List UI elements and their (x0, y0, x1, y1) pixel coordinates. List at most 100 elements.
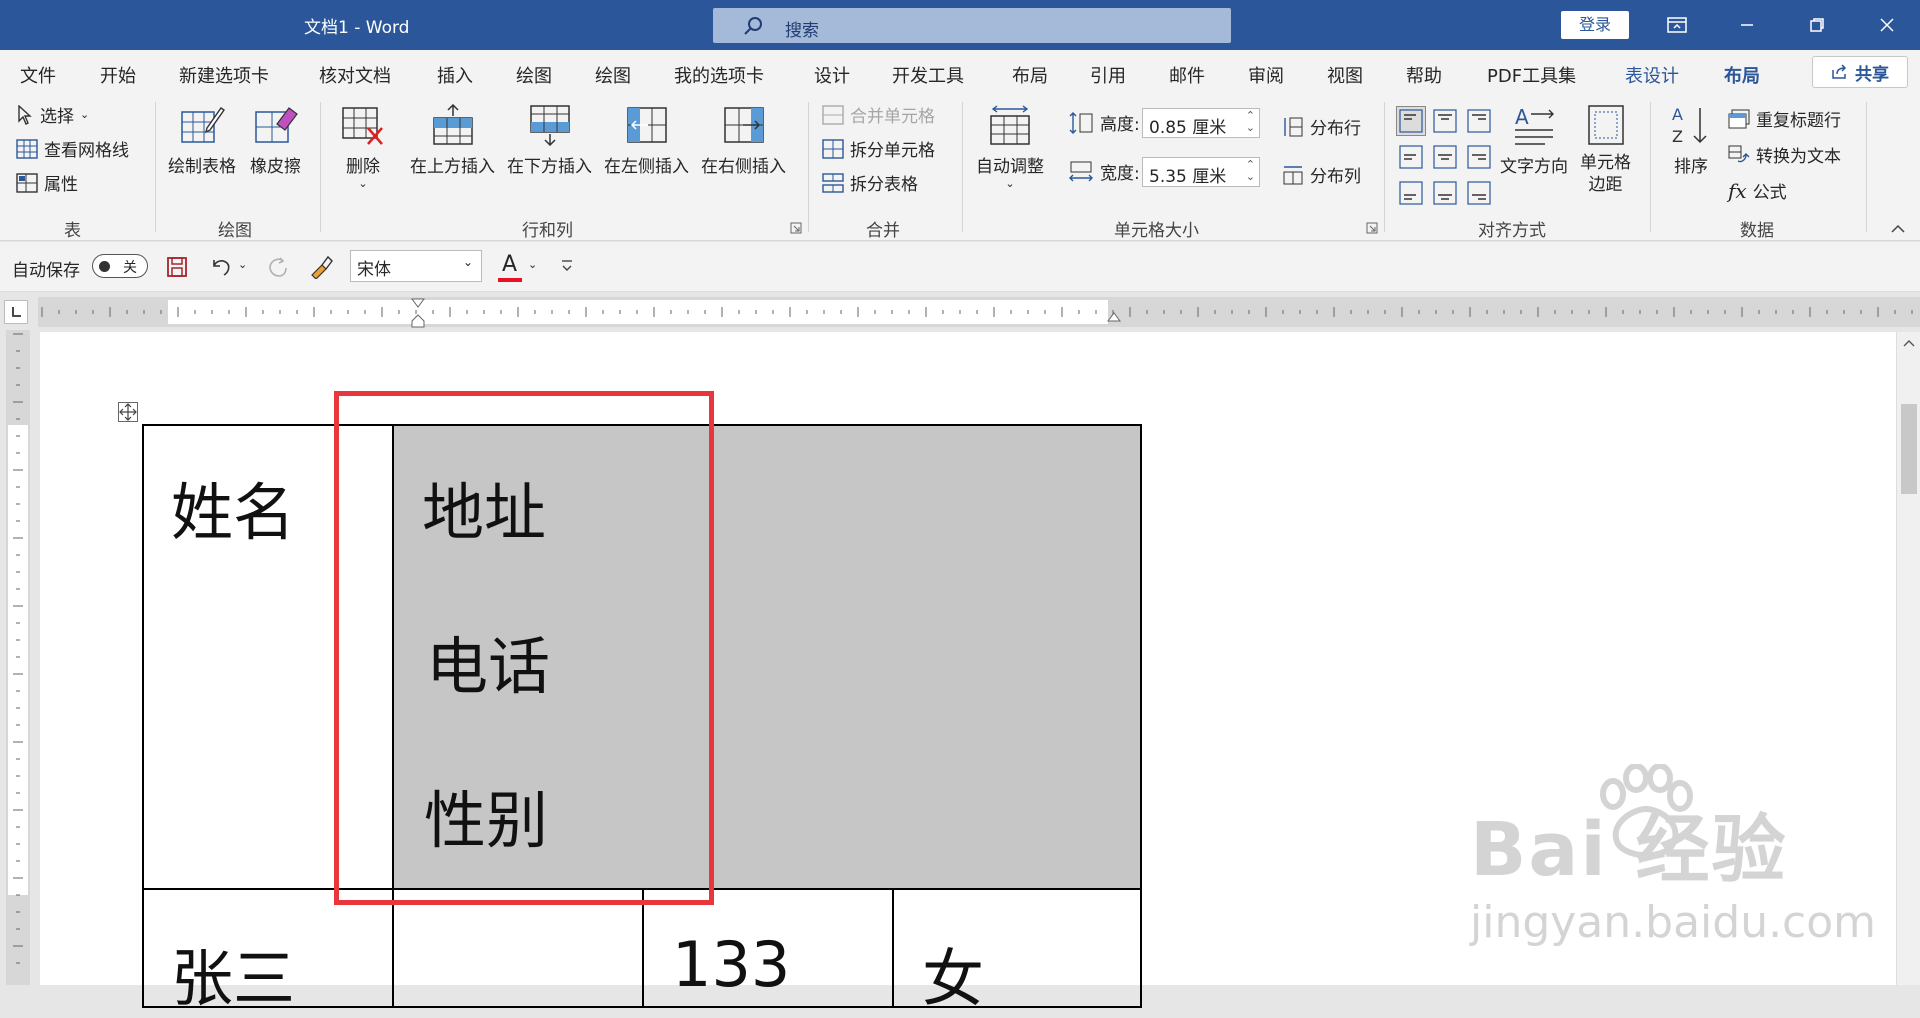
draw-table-icon (181, 107, 225, 143)
tab-draw-2[interactable]: 绘图 (595, 62, 631, 88)
tab-my-tab[interactable]: 我的选项卡 (674, 62, 764, 88)
ribbon-display-button[interactable] (1647, 0, 1707, 50)
align-bottom-center-button[interactable] (1430, 178, 1460, 208)
cell-text-zhangsan: 张三 (171, 942, 296, 1015)
tab-mailings[interactable]: 邮件 (1169, 62, 1205, 88)
scroll-up-icon[interactable] (1902, 338, 1916, 348)
align-top-right-button[interactable] (1464, 106, 1494, 136)
chevron-down-icon[interactable]: ⌄ (238, 258, 247, 271)
tab-pdf-tools[interactable]: PDF工具集 (1487, 62, 1576, 88)
redo-icon[interactable] (264, 256, 290, 278)
tab-review[interactable]: 审阅 (1248, 62, 1284, 88)
split-table-button[interactable]: 拆分表格 (822, 170, 918, 195)
close-button[interactable] (1857, 0, 1917, 50)
ribbon: 选择 ⌄ 查看网格线 属性 表 绘制表格 橡皮擦 绘图 删除 ⌄ 在上方插入 在… (0, 92, 1920, 241)
table-move-handle[interactable] (118, 402, 138, 422)
insert-above-button[interactable]: 在上方插入 (410, 104, 495, 177)
group-label-data: 数据 (1740, 221, 1774, 241)
insert-left-button[interactable]: 在左侧插入 (604, 104, 689, 177)
dialog-launcher-icon[interactable] (1366, 222, 1378, 234)
undo-icon[interactable] (208, 256, 234, 278)
merge-cells-button[interactable]: 合并单元格 (822, 102, 935, 127)
delete-button[interactable]: 删除 ⌄ (340, 104, 386, 190)
align-bottom-right-button[interactable] (1464, 178, 1494, 208)
align-middle-left-button[interactable] (1396, 142, 1426, 172)
insert-right-button[interactable]: 在右侧插入 (701, 104, 786, 177)
merge-cells-label: 合并单元格 (850, 107, 935, 127)
autosave-toggle[interactable]: 关 (92, 254, 148, 278)
vertical-ruler[interactable] (6, 330, 30, 985)
search-box[interactable]: 搜索 (713, 8, 1231, 43)
indent-marker-icon[interactable] (410, 297, 426, 331)
tab-layout[interactable]: 布局 (1012, 62, 1048, 88)
font-color-button[interactable]: A (498, 252, 524, 282)
tab-table-design[interactable]: 表设计 (1625, 62, 1679, 88)
view-gridlines-button[interactable]: 查看网格线 (16, 136, 129, 161)
customize-toolbar-icon[interactable] (560, 258, 574, 274)
distribute-rows-label: 分布行 (1310, 119, 1361, 139)
autofit-button[interactable]: 自动调整 ⌄ (976, 104, 1044, 190)
table-cell-row2-phone[interactable]: 133 (642, 888, 894, 1008)
height-input[interactable]: 0.85 厘米 ⌃ ⌄ (1142, 108, 1260, 138)
table-cell-row2-gender[interactable]: 女 (892, 888, 1142, 1015)
align-middle-right-button[interactable] (1464, 142, 1494, 172)
insert-below-button[interactable]: 在下方插入 (507, 104, 592, 177)
convert-to-text-button[interactable]: 转换为文本 (1728, 142, 1841, 167)
ribbon-tabs: 文件 开始 新建选项卡 核对文档 插入 绘图 绘图 我的选项卡 设计 开发工具 … (0, 50, 1920, 96)
width-input[interactable]: 5.35 厘米 ⌃ ⌄ (1142, 157, 1260, 187)
select-button[interactable]: 选择 ⌄ (16, 102, 89, 127)
table-cell-row2-address[interactable] (392, 888, 644, 1008)
draw-table-button[interactable]: 绘制表格 (168, 104, 236, 177)
split-cells-button[interactable]: 拆分单元格 (822, 136, 935, 161)
spinner-arrows-icon[interactable]: ⌃ ⌄ (1246, 159, 1255, 183)
distribute-columns-icon (1283, 165, 1303, 184)
tab-file[interactable]: 文件 (20, 62, 56, 88)
eraser-button[interactable]: 橡皮擦 (250, 104, 301, 177)
spinner-arrows-icon[interactable]: ⌃ ⌄ (1246, 110, 1255, 134)
font-name-select[interactable]: 宋体 ⌄ (350, 250, 482, 282)
tab-new-tab[interactable]: 新建选项卡 (179, 62, 269, 88)
text-direction-button[interactable]: A 文字方向 (1500, 104, 1568, 177)
tab-developer[interactable]: 开发工具 (892, 62, 964, 88)
distribute-rows-button[interactable]: 分布行 (1282, 114, 1361, 139)
tab-draw-1[interactable]: 绘图 (516, 62, 552, 88)
tab-insert[interactable]: 插入 (437, 62, 473, 88)
formula-button[interactable]: fx 公式 (1728, 178, 1787, 204)
properties-button[interactable]: 属性 (16, 170, 78, 195)
tab-home[interactable]: 开始 (100, 62, 136, 88)
save-icon[interactable] (166, 256, 188, 278)
sort-button[interactable]: AZ 排序 (1668, 104, 1714, 177)
tab-design[interactable]: 设计 (814, 62, 850, 88)
align-top-center-button[interactable] (1430, 106, 1460, 136)
dialog-launcher-icon[interactable] (790, 222, 802, 234)
login-button[interactable]: 登录 (1561, 11, 1629, 39)
tab-help[interactable]: 帮助 (1406, 62, 1442, 88)
cell-margins-button[interactable]: 单元格 边距 (1580, 104, 1631, 196)
share-button[interactable]: 共享 (1812, 56, 1908, 88)
tab-selector[interactable] (4, 300, 28, 324)
repeat-header-rows-button[interactable]: 重复标题行 (1728, 106, 1841, 131)
vertical-ruler-ticks (13, 333, 23, 964)
align-middle-center-button[interactable] (1430, 142, 1460, 172)
distribute-columns-button[interactable]: 分布列 (1282, 162, 1361, 187)
text-direction-label: 文字方向 (1500, 157, 1568, 177)
tab-references[interactable]: 引用 (1090, 62, 1126, 88)
tab-view[interactable]: 视图 (1327, 62, 1363, 88)
tab-table-layout[interactable]: 布局 (1724, 62, 1760, 96)
table-cell-row2-name[interactable]: 张三 (142, 888, 394, 1015)
tab-check-doc[interactable]: 核对文档 (319, 62, 391, 88)
group-label-draw: 绘图 (218, 221, 252, 241)
right-indent-marker-icon[interactable] (1106, 311, 1122, 327)
collapse-ribbon-icon[interactable] (1890, 224, 1906, 234)
align-bottom-left-button[interactable] (1396, 178, 1426, 208)
horizontal-ruler[interactable] (38, 297, 1920, 328)
format-painter-icon[interactable] (308, 255, 334, 279)
vertical-scrollbar[interactable] (1896, 332, 1920, 985)
minimize-button[interactable] (1717, 0, 1777, 50)
chevron-down-icon[interactable]: ⌄ (528, 258, 537, 271)
restore-button[interactable] (1787, 0, 1847, 50)
align-top-left-button[interactable] (1396, 106, 1426, 136)
group-label-merge: 合并 (866, 221, 900, 241)
scrollbar-thumb[interactable] (1901, 404, 1917, 494)
insert-above-label: 在上方插入 (410, 157, 495, 177)
